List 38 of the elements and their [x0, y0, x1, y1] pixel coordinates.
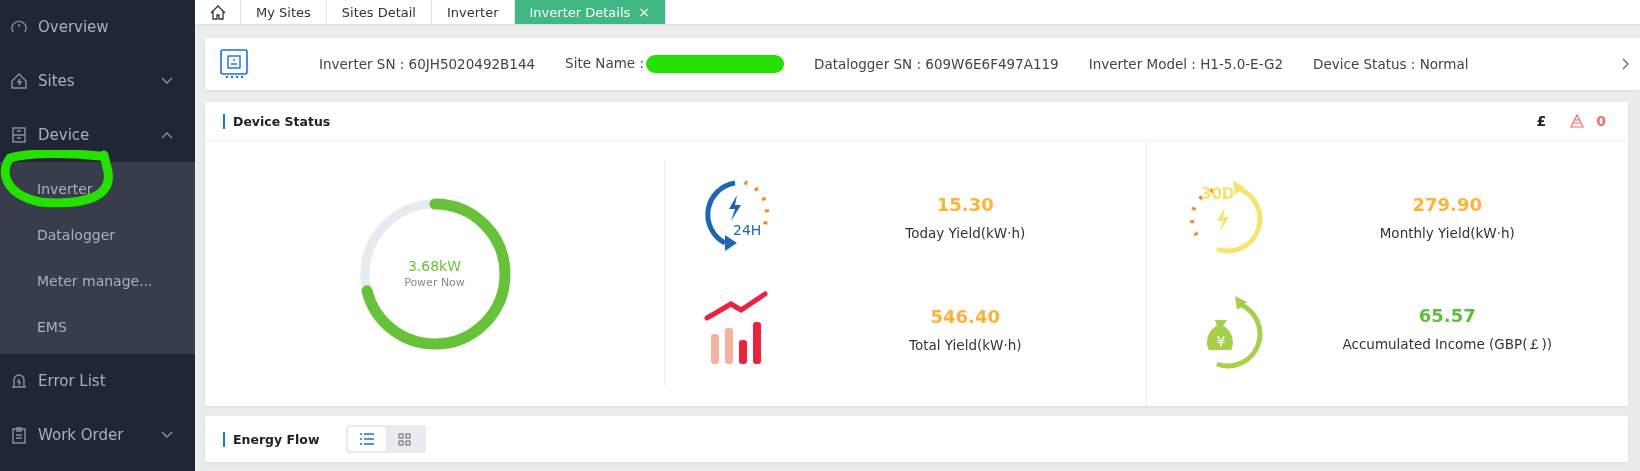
- alarm-icon: [1570, 114, 1585, 128]
- clipboard-icon: [10, 426, 28, 444]
- sidebar-subitem[interactable]: Inverter: [0, 166, 195, 212]
- grid-icon: [398, 432, 411, 446]
- stat-label: Accumulated Income (GBP(￡)): [1342, 336, 1552, 355]
- home-icon: [209, 4, 226, 20]
- stat-label: Total Yield(kW·h): [909, 337, 1022, 354]
- stat-value: 65.57: [1418, 305, 1476, 327]
- list-icon: [359, 433, 374, 445]
- sidebar-item[interactable]: Work Order: [0, 408, 195, 462]
- currency-symbol: £: [1536, 113, 1547, 129]
- card-title: Energy Flow: [223, 431, 320, 447]
- info-field: Inverter Model : H1-5.0-E-G2: [1088, 56, 1284, 72]
- info-field: Inverter SN : 60JH5020492B144: [319, 56, 536, 72]
- inverter-icon: [219, 48, 249, 80]
- stat-value: 279.90: [1412, 193, 1482, 215]
- stat-label: Today Yield(kW·h): [905, 224, 1026, 241]
- sidebar-item[interactable]: Sites: [0, 54, 195, 108]
- sidebar-item[interactable]: Error List: [0, 354, 195, 408]
- sidebar-subitem[interactable]: Meter manage...: [0, 258, 195, 304]
- chevron-right-icon[interactable]: [1622, 58, 1630, 70]
- sidebar-subitem[interactable]: EMS: [0, 304, 195, 350]
- sidebar-subitem[interactable]: Datalogger: [0, 212, 195, 258]
- cabinet-icon: [10, 126, 28, 144]
- sidebar-item[interactable]: Device: [0, 108, 195, 162]
- stat-label: Monthly Yield(kW·h): [1379, 224, 1515, 241]
- card-title: Device Status: [223, 113, 1525, 129]
- alarm-icon: [10, 372, 28, 390]
- power-value: 3.68kW: [407, 258, 462, 274]
- info-field: Device Status : Normal: [1313, 56, 1469, 72]
- alarm-count: 0: [1596, 113, 1606, 129]
- power-label: Power Now: [404, 276, 465, 289]
- stat-value: 546.40: [930, 306, 1000, 328]
- house-icon: [10, 72, 28, 90]
- view-button[interactable]: [347, 427, 386, 451]
- info-field: Datalogger SN : 609W6E6F497A119: [814, 56, 1059, 72]
- stat-value: 15.30: [936, 193, 994, 215]
- sidebar-item[interactable]: Overview: [0, 0, 195, 54]
